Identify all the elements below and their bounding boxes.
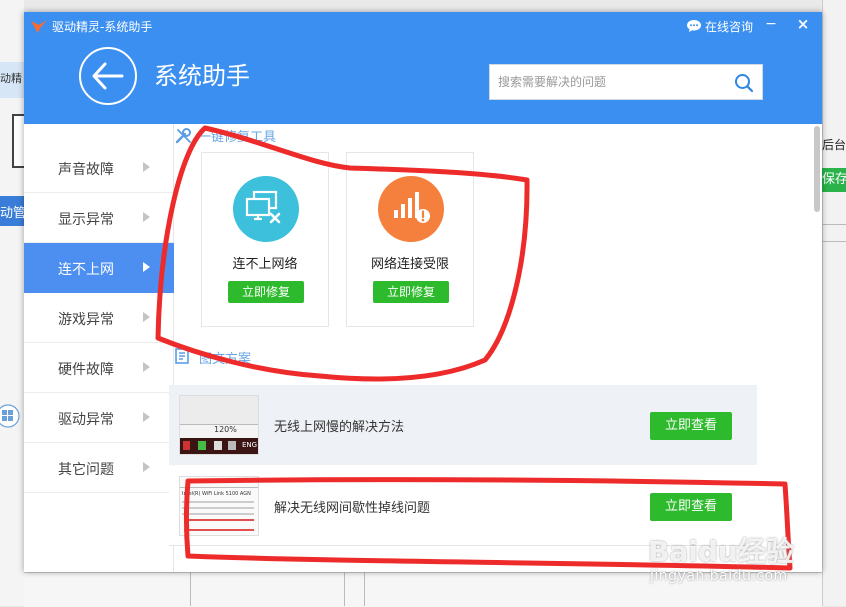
sidebar-item-game[interactable]: 游戏异常	[24, 293, 174, 343]
view-now-button[interactable]: 立即查看	[650, 493, 732, 521]
article-thumbnail: Intel(R) WiFi Link 5100 AGN	[179, 476, 259, 536]
thumb-tray-icon	[228, 441, 236, 450]
thumb-line	[182, 501, 254, 503]
background-divider	[190, 572, 191, 606]
sidebar-item-network[interactable]: 连不上网	[24, 243, 174, 293]
wrench-screwdriver-icon	[175, 128, 191, 144]
back-arrow-icon	[92, 62, 124, 90]
category-sidebar: 声音故障 显示异常 连不上网 游戏异常 硬件故障 驱动异常 其它问题	[24, 124, 174, 572]
article-thumbnail: 120% ENG	[179, 395, 259, 455]
article-title: 解决无线网间歇性掉线问题	[274, 501, 431, 516]
back-button[interactable]	[79, 47, 137, 105]
background-toolbar-fragment	[822, 224, 846, 242]
background-text-fragment: 后台管	[822, 138, 846, 152]
document-icon	[175, 348, 189, 364]
thumb-screen-area	[180, 396, 258, 424]
thumb-taskbar-text: ENG	[242, 441, 258, 449]
sidebar-item-driver[interactable]: 驱动异常	[24, 393, 174, 443]
tool-icon-circle	[233, 176, 299, 242]
minimize-button[interactable]: −	[762, 16, 780, 34]
section-title-quick-fix: 一键修复工具	[198, 130, 277, 145]
windows-logo-icon	[0, 404, 20, 428]
online-consult-link[interactable]: 在线咨询	[705, 18, 753, 35]
sidebar-item-label: 显示异常	[58, 212, 114, 228]
sidebar-item-label: 游戏异常	[58, 312, 114, 328]
chevron-right-icon	[143, 162, 150, 172]
background-text-fragment: 动精	[0, 72, 22, 85]
watermark-brand: Baidu经验	[648, 535, 794, 568]
content-scrollbar[interactable]	[814, 126, 820, 212]
close-button[interactable]: ×	[794, 15, 812, 33]
thumb-tray-icon	[183, 441, 190, 450]
sidebar-item-label: 其它问题	[58, 462, 114, 478]
fix-now-button[interactable]: 立即修复	[228, 281, 304, 303]
chevron-right-icon	[143, 362, 150, 372]
view-now-button[interactable]: 立即查看	[650, 412, 732, 440]
chevron-right-icon	[143, 312, 150, 322]
sidebar-item-label: 驱动异常	[58, 412, 114, 428]
sidebar-item-other[interactable]: 其它问题	[24, 443, 174, 493]
thumb-highlight	[184, 519, 254, 521]
background-divider	[364, 572, 365, 606]
tool-card-network-limited: 网络连接受限 立即修复	[346, 152, 474, 327]
signal-limited-icon	[394, 192, 430, 223]
header-bar: 驱动精灵-系统助手 在线咨询 − × 系统助手	[24, 12, 822, 124]
thumb-zoom-text: 120%	[214, 425, 237, 434]
tool-name: 网络连接受限	[370, 257, 449, 272]
fix-now-button[interactable]: 立即修复	[373, 281, 449, 303]
search-input[interactable]	[490, 65, 726, 99]
background-divider	[344, 572, 345, 606]
watermark-url: jingyan.baidu.com	[650, 568, 788, 584]
chevron-right-icon	[143, 212, 150, 222]
article-title: 无线上网慢的解决方法	[274, 420, 405, 435]
chat-bubble-icon[interactable]	[686, 19, 702, 33]
background-nav-text: 动管	[0, 206, 24, 221]
sidebar-item-label: 硬件故障	[58, 362, 114, 378]
background-save-button: 保存	[822, 168, 846, 192]
sidebar-item-display[interactable]: 显示异常	[24, 193, 174, 243]
search-icon[interactable]	[734, 73, 754, 93]
tool-name: 连不上网络	[232, 257, 298, 272]
thumb-adapter-text: Intel(R) WiFi Link 5100 AGN	[182, 491, 251, 497]
sidebar-item-label: 连不上网	[58, 262, 114, 278]
tool-icon-circle	[378, 176, 444, 242]
window-title: 驱动精灵-系统助手	[52, 20, 153, 34]
sidebar-item-sound[interactable]: 声音故障	[24, 143, 174, 193]
search-box	[489, 64, 763, 100]
thumb-line	[182, 513, 254, 515]
network-disconnected-icon	[245, 190, 281, 224]
thumb-tray-icon	[214, 441, 222, 450]
sidebar-item-label: 声音故障	[58, 162, 114, 178]
section-title-guides: 图文方案	[199, 352, 252, 367]
chevron-right-icon	[143, 462, 150, 472]
chevron-right-icon	[143, 412, 150, 422]
page-title: 系统助手	[154, 62, 250, 90]
thumb-tray-icon	[198, 441, 206, 450]
tool-card-network-disconnected: 连不上网络 立即修复	[201, 152, 329, 327]
thumb-line	[182, 507, 254, 509]
thumb-tab-strip	[180, 481, 258, 488]
article-row[interactable]: 120% ENG 无线上网慢的解决方法 立即查看	[169, 385, 757, 465]
sidebar-item-hardware[interactable]: 硬件故障	[24, 343, 174, 393]
background-window-right	[822, 0, 846, 606]
chevron-right-icon	[143, 262, 150, 272]
app-logo-icon	[31, 20, 47, 33]
thumb-highlight	[184, 529, 254, 531]
